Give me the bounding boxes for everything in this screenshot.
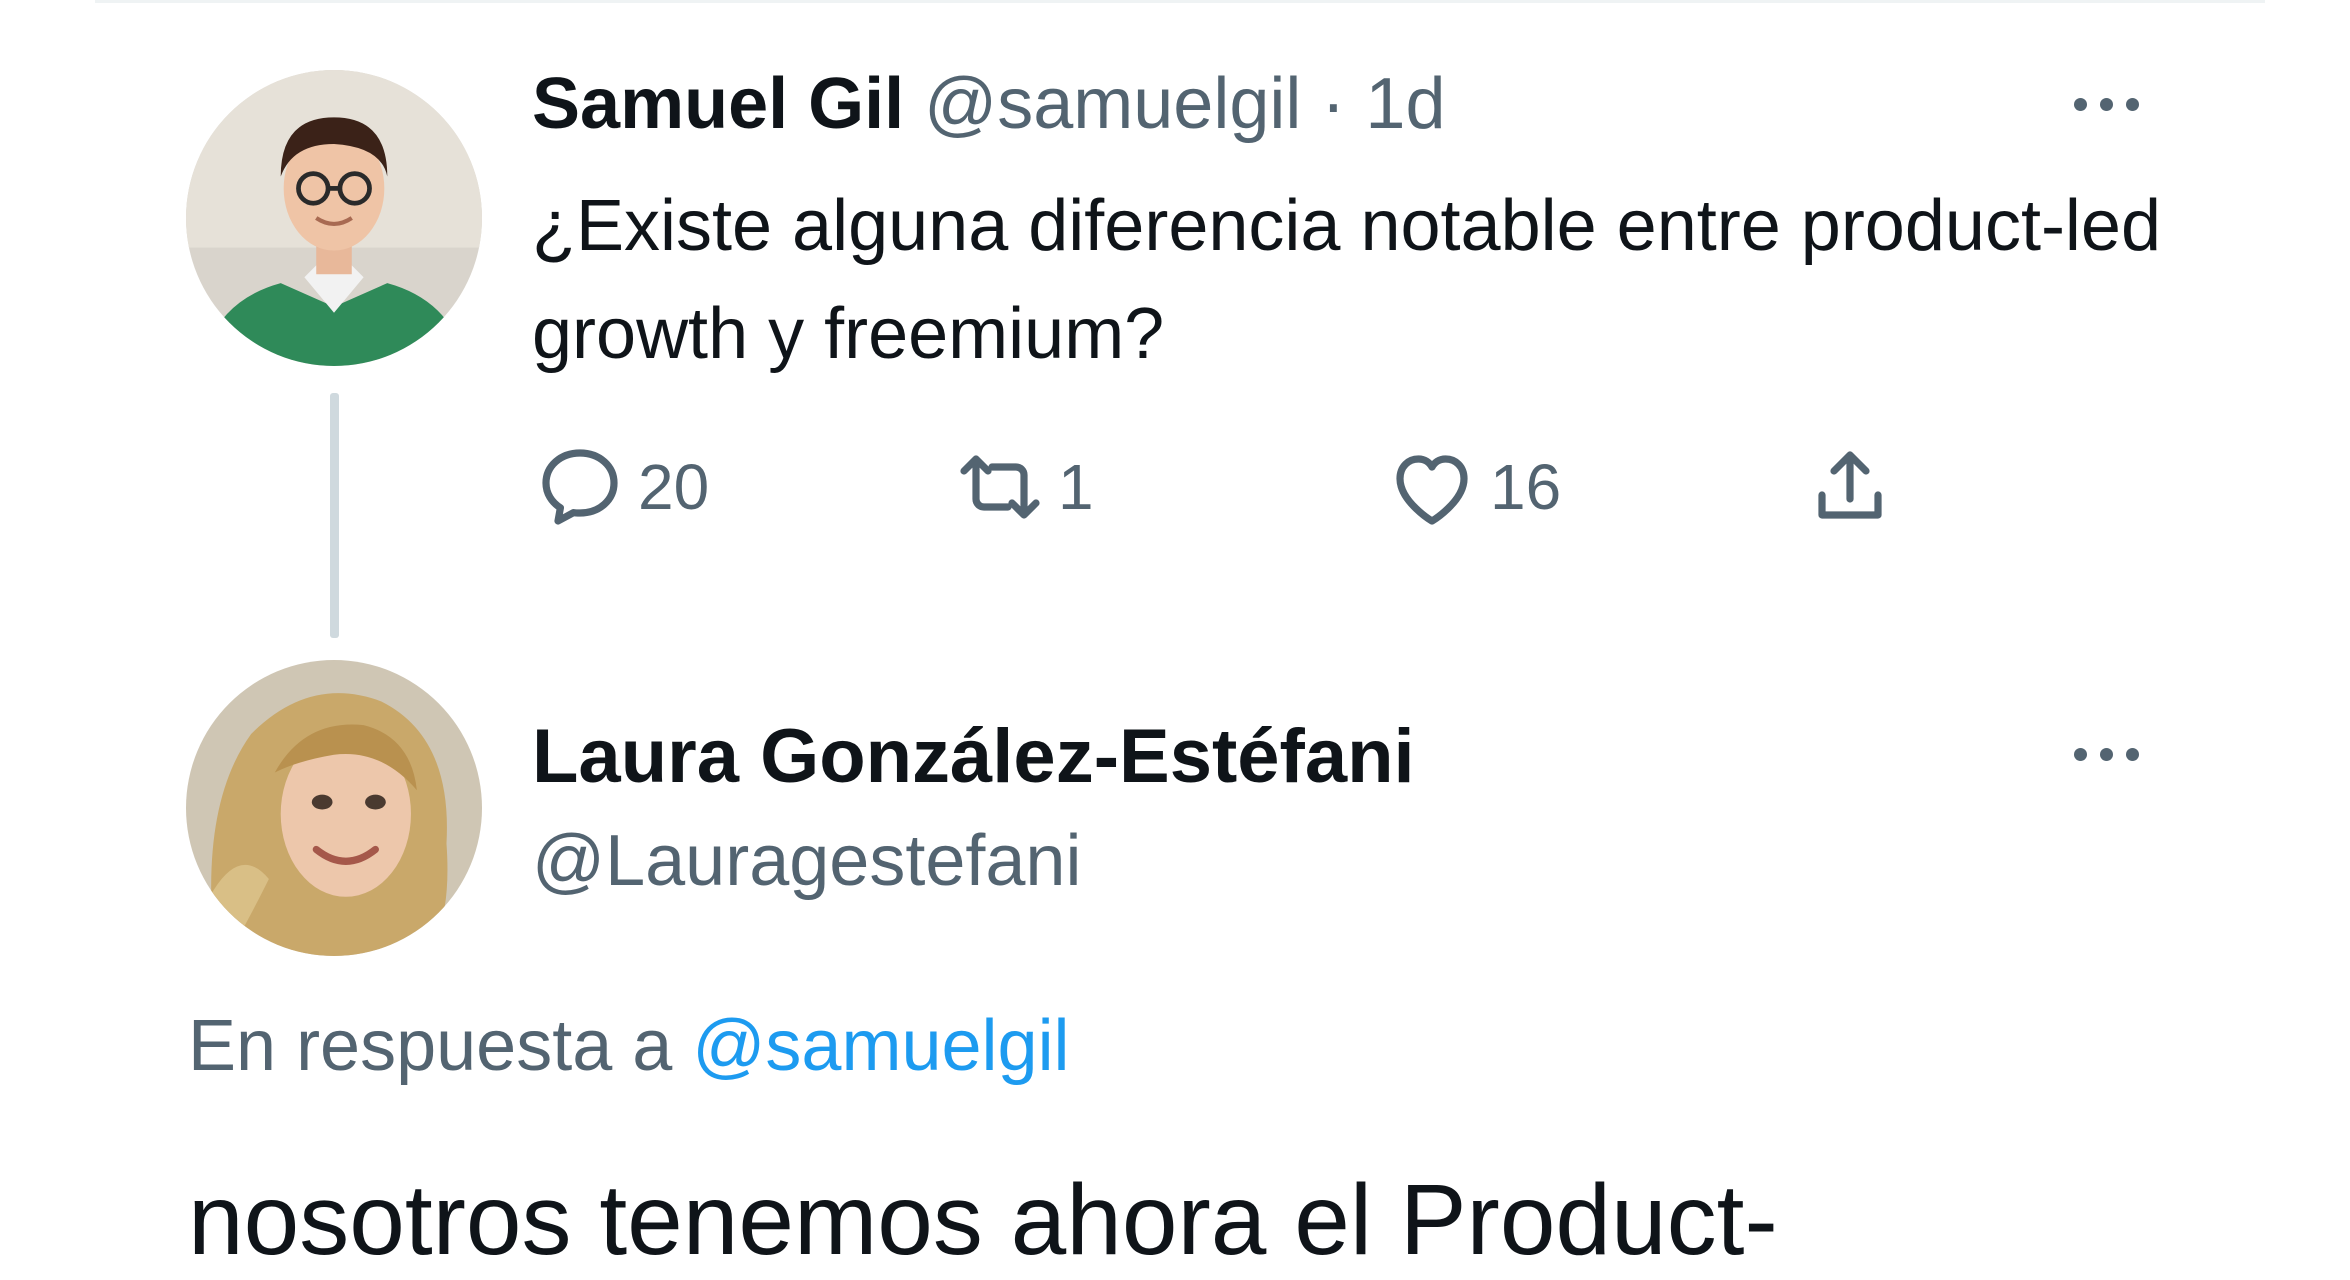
tweet-actions: 20 1 16 [532,432,2032,542]
retweet-button[interactable]: 1 [952,432,1094,542]
reply-icon [542,449,618,525]
thread-connector-line [330,393,339,638]
retweet-icon [960,455,1040,519]
header-separator: · [1321,64,1346,144]
parent-tweet-header: Samuel Gil @samuelgil · 1d [532,62,1446,146]
author-handle[interactable]: @samuelgil [924,64,1301,144]
avatar-samuel-gil[interactable] [186,70,482,366]
avatar-image [186,70,482,366]
parent-tweet-text: ¿Existe alguna diferencia notable entre … [532,186,2161,374]
top-divider [95,0,2265,3]
replying-to: En respuesta a @samuelgil [188,998,1070,1094]
like-button[interactable]: 16 [1384,432,1561,542]
tweet-timestamp[interactable]: 1d [1365,64,1445,144]
reply-tweet-text: nosotros tenemos ahora el Product- [188,1164,1778,1276]
share-icon [1818,451,1882,519]
author-name[interactable]: Samuel Gil [532,64,904,144]
reply-button[interactable]: 20 [532,432,709,542]
like-count: 16 [1490,451,1562,523]
reply-count: 20 [638,451,710,523]
reply-author-name[interactable]: Laura González-Estéfani [532,712,1415,802]
more-icon[interactable] [2074,748,2139,761]
avatar-laura-gonzalez[interactable] [186,660,482,956]
share-button[interactable] [1802,432,1898,542]
more-icon[interactable] [2074,98,2139,111]
avatar-image [186,660,482,956]
retweet-count: 1 [1058,451,1094,523]
reply-author-handle[interactable]: @Lauragestefani [532,816,1081,906]
like-icon [1396,455,1468,525]
replying-to-label: En respuesta a [188,1006,673,1086]
replying-to-mention[interactable]: @samuelgil [692,1006,1069,1086]
